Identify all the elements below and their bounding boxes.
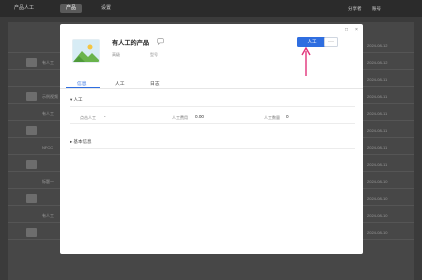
product-detail-dialog: □ × 有人工的产品 高级 型号 人工 ··· 信息 人工 日志 ▾ 人工 点击…	[60, 24, 363, 254]
background-row-thumbnail	[26, 228, 37, 237]
maximize-icon[interactable]: □	[345, 27, 348, 33]
section-basic-label: 基本信息	[73, 139, 92, 144]
field-label-manual-count: 人工数量	[264, 115, 280, 120]
background-row-date: 2024-08-11	[367, 111, 388, 116]
account-label[interactable]: 账号	[372, 4, 381, 13]
background-row-text: 示例视频	[42, 94, 58, 99]
background-row-date: 2024-08-10	[367, 230, 388, 235]
background-row-thumbnail	[26, 92, 37, 101]
comment-icon[interactable]	[157, 38, 164, 45]
manual-button[interactable]: 人工	[297, 37, 327, 47]
section-manual-title[interactable]: ▾ 人工	[70, 97, 83, 103]
tab-info[interactable]: 信息	[77, 80, 87, 87]
background-row-text: 有人工	[42, 213, 54, 218]
product-meta-level: 高级	[112, 52, 120, 57]
background-row-date: 2024-08-11	[367, 145, 388, 150]
tab-log[interactable]: 日志	[150, 80, 160, 87]
background-row-thumbnail	[26, 126, 37, 135]
product-meta-model: 型号	[150, 52, 158, 57]
background-row-thumbnail	[26, 58, 37, 67]
app-topbar: 产品人工 产品 设置 分享者 账号	[0, 0, 422, 17]
background-row-text: 有人工	[42, 60, 54, 65]
product-image	[72, 39, 100, 63]
background-row-thumbnail	[26, 160, 37, 169]
app-tab-1[interactable]: 产品人工	[8, 4, 40, 13]
section-manual-label: 人工	[73, 97, 83, 102]
fields-divider	[70, 123, 355, 124]
background-row-date: 2024-08-12	[367, 43, 388, 48]
field-value-manual-count: 0	[286, 114, 289, 119]
background-row-date: 2024-08-11	[367, 77, 388, 82]
close-icon[interactable]: ×	[355, 27, 358, 33]
background-row-thumbnail	[26, 194, 37, 203]
product-title: 有人工的产品	[112, 40, 150, 47]
app-tab-2[interactable]: 产品	[60, 4, 83, 13]
field-label-manual-cost: 人工费用	[172, 115, 188, 120]
section-divider-2	[70, 148, 355, 149]
field-value-manual-cost: 0.00	[195, 114, 204, 119]
background-row-text: NFCC	[42, 145, 54, 150]
share-label[interactable]: 分享者	[348, 4, 362, 13]
background-row-text: 有人工	[42, 111, 54, 116]
background-row-date: 2024-08-12	[367, 60, 388, 65]
section-divider	[70, 106, 355, 107]
tab-manual[interactable]: 人工	[115, 80, 125, 87]
active-tab-indicator	[66, 87, 100, 88]
detail-tabs: 信息 人工 日志	[60, 79, 363, 89]
app-tab-3[interactable]: 设置	[95, 4, 117, 13]
field-label-manual-click: 点击人工	[80, 115, 96, 120]
background-row-date: 2024-08-10	[367, 179, 388, 184]
more-options-button[interactable]: ···	[324, 37, 338, 47]
background-row-date: 2024-08-10	[367, 196, 388, 201]
section-basic-title[interactable]: ▸ 基本信息	[70, 139, 92, 145]
background-row-text: 标题一	[42, 179, 54, 184]
background-row-date: 2024-08-11	[367, 128, 388, 133]
background-row-date: 2024-08-11	[367, 162, 388, 167]
field-value-manual-click: -	[104, 114, 106, 119]
background-row-date: 2024-08-11	[367, 94, 388, 99]
background-row-date: 2024-08-10	[367, 213, 388, 218]
annotation-pointer-icon	[301, 47, 311, 76]
